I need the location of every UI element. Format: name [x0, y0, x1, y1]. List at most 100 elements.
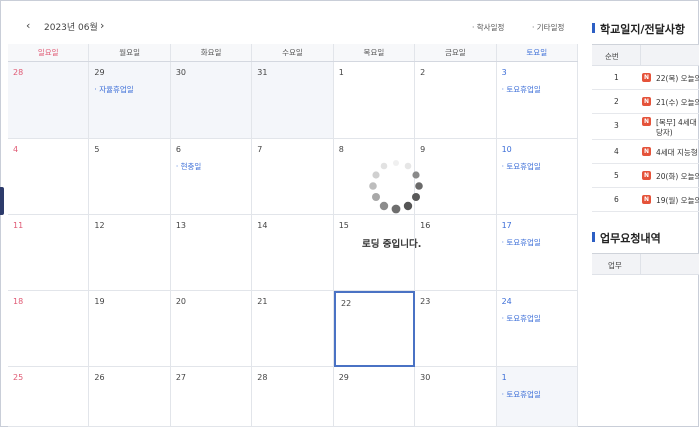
calendar-day[interactable]: 23: [415, 291, 497, 367]
day-number: 15: [338, 221, 349, 230]
calendar-day[interactable]: 30: [415, 367, 497, 427]
day-number: 9: [420, 145, 426, 154]
column-divider: [640, 254, 641, 274]
calendar-day[interactable]: 27: [170, 367, 253, 427]
weekday-thu: 목요일: [333, 44, 416, 61]
calendar-day[interactable]: 19: [89, 291, 171, 367]
notice-row[interactable]: 1 N 22(목) 오늘의: [592, 65, 699, 90]
day-number: 23: [420, 297, 431, 306]
calendar-day[interactable]: 1: [333, 62, 416, 139]
sidebar-toggle-handle[interactable]: [0, 187, 4, 215]
notice-row[interactable]: 5 N 20(화) 오늘의: [592, 163, 699, 188]
notice-title[interactable]: 20(화) 오늘의: [656, 171, 699, 182]
day-number: 13: [175, 221, 187, 230]
calendar-day[interactable]: 12: [89, 215, 171, 291]
month-label: 2023년 06월: [44, 23, 98, 33]
day-number: 4: [13, 145, 19, 154]
calendar-day-selected[interactable]: 22: [334, 291, 415, 367]
calendar-day[interactable]: 1 · 토요휴업일: [496, 367, 578, 427]
day-number: 7: [257, 145, 263, 154]
calendar-day[interactable]: 30: [170, 62, 253, 139]
day-number: 3: [501, 68, 507, 77]
calendar-day[interactable]: 3 · 토요휴업일: [496, 62, 578, 139]
column-header-no: 순번: [605, 52, 619, 61]
filter-academic[interactable]: · 학사일정: [472, 22, 504, 33]
calendar-day[interactable]: 29: [333, 367, 416, 427]
day-number: 28: [257, 373, 268, 382]
day-number: 30: [420, 373, 431, 382]
calendar-event[interactable]: · 자율휴업일: [94, 84, 133, 95]
day-number: 12: [94, 221, 105, 230]
calendar-day[interactable]: 15: [333, 215, 416, 291]
day-number: 29: [338, 373, 349, 382]
calendar-day[interactable]: 17 · 토요휴업일: [496, 215, 578, 291]
calendar-day[interactable]: 28: [252, 367, 334, 427]
notice-number: 2: [614, 97, 619, 106]
day-number: 24: [501, 297, 512, 306]
calendar-day[interactable]: 14: [252, 215, 334, 291]
weekday-mon: 월요일: [89, 44, 171, 61]
calendar-day[interactable]: 7: [252, 139, 334, 215]
notice-row[interactable]: 3 N [복무] 4세대 당자): [592, 113, 699, 140]
day-number: 17: [501, 221, 512, 230]
notice-title[interactable]: 21(수) 오늘의: [656, 97, 699, 108]
calendar-day[interactable]: 10 · 토요휴업일: [496, 139, 578, 215]
day-number: 5: [94, 145, 100, 154]
calendar-day[interactable]: 5: [89, 139, 171, 215]
notice-row[interactable]: 4 N 4세대 지능형: [592, 139, 699, 164]
filter-other[interactable]: · 기타일정: [532, 22, 564, 33]
calendar-day[interactable]: 2: [415, 62, 497, 139]
calendar-day[interactable]: 13: [170, 215, 253, 291]
calendar-day[interactable]: 9: [415, 139, 497, 215]
calendar-day[interactable]: 26: [89, 367, 171, 427]
requests-title: 업무요청내역: [600, 232, 661, 245]
calendar-event[interactable]: · 토요휴업일: [502, 313, 541, 324]
calendar-day[interactable]: 29 · 자율휴업일: [89, 62, 171, 139]
chevron-left-icon[interactable]: ‹: [26, 19, 30, 32]
calendar-event[interactable]: · 토요휴업일: [502, 161, 541, 172]
notice-title[interactable]: 19(월) 오늘의: [656, 195, 699, 206]
calendar-day[interactable]: 25: [8, 367, 90, 427]
notice-title[interactable]: 22(목) 오늘의: [656, 73, 699, 84]
calendar-day[interactable]: 31: [252, 62, 334, 139]
calendar-event[interactable]: · 토요휴업일: [502, 84, 541, 95]
notice-title[interactable]: 4세대 지능형: [656, 147, 698, 158]
calendar-day[interactable]: 21: [252, 291, 334, 367]
notice-number: 1: [614, 73, 619, 82]
day-number: 20: [175, 297, 187, 306]
day-number: 29: [94, 68, 105, 77]
calendar-day[interactable]: 20: [170, 291, 253, 367]
section-marker: [592, 23, 595, 33]
loading-message: 로딩 중입니다.: [362, 239, 422, 250]
section-marker: [592, 232, 595, 242]
day-number: 31: [257, 68, 268, 77]
notice-number: 5: [614, 171, 619, 180]
notices-table-header: 순번: [592, 44, 699, 66]
notice-number: 3: [614, 121, 619, 130]
new-badge-icon: N: [642, 97, 651, 106]
calendar-day[interactable]: 16: [415, 215, 497, 291]
calendar-day[interactable]: 24 · 토요휴업일: [496, 291, 578, 367]
notice-row[interactable]: 6 N 19(월) 오늘의: [592, 187, 699, 212]
notice-row[interactable]: 2 N 21(수) 오늘의: [592, 89, 699, 114]
calendar-event[interactable]: · 토요휴업일: [502, 237, 541, 248]
calendar-day[interactable]: 11: [8, 215, 90, 291]
calendar-event[interactable]: · 현충일: [176, 161, 201, 172]
chevron-right-icon[interactable]: ›: [100, 19, 104, 32]
day-number: 8: [338, 145, 344, 154]
weekday-header: 일요일 월요일 화요일 수요일 목요일 금요일 토요일: [8, 44, 578, 62]
day-number: 1: [501, 373, 507, 382]
column-header-task: 업무: [608, 261, 622, 270]
day-number: 26: [94, 373, 105, 382]
new-badge-icon: N: [642, 73, 651, 82]
calendar-day[interactable]: 4: [8, 139, 90, 215]
calendar-day[interactable]: 28: [8, 62, 90, 139]
calendar-event[interactable]: · 토요휴업일: [502, 389, 541, 400]
calendar-day[interactable]: 18: [8, 291, 90, 367]
day-number: 10: [501, 145, 512, 154]
column-divider: [640, 45, 641, 65]
calendar-day[interactable]: 6 · 현충일: [170, 139, 253, 215]
day-number: 18: [13, 297, 24, 306]
day-number: 16: [420, 221, 431, 230]
new-badge-icon: N: [642, 195, 651, 204]
